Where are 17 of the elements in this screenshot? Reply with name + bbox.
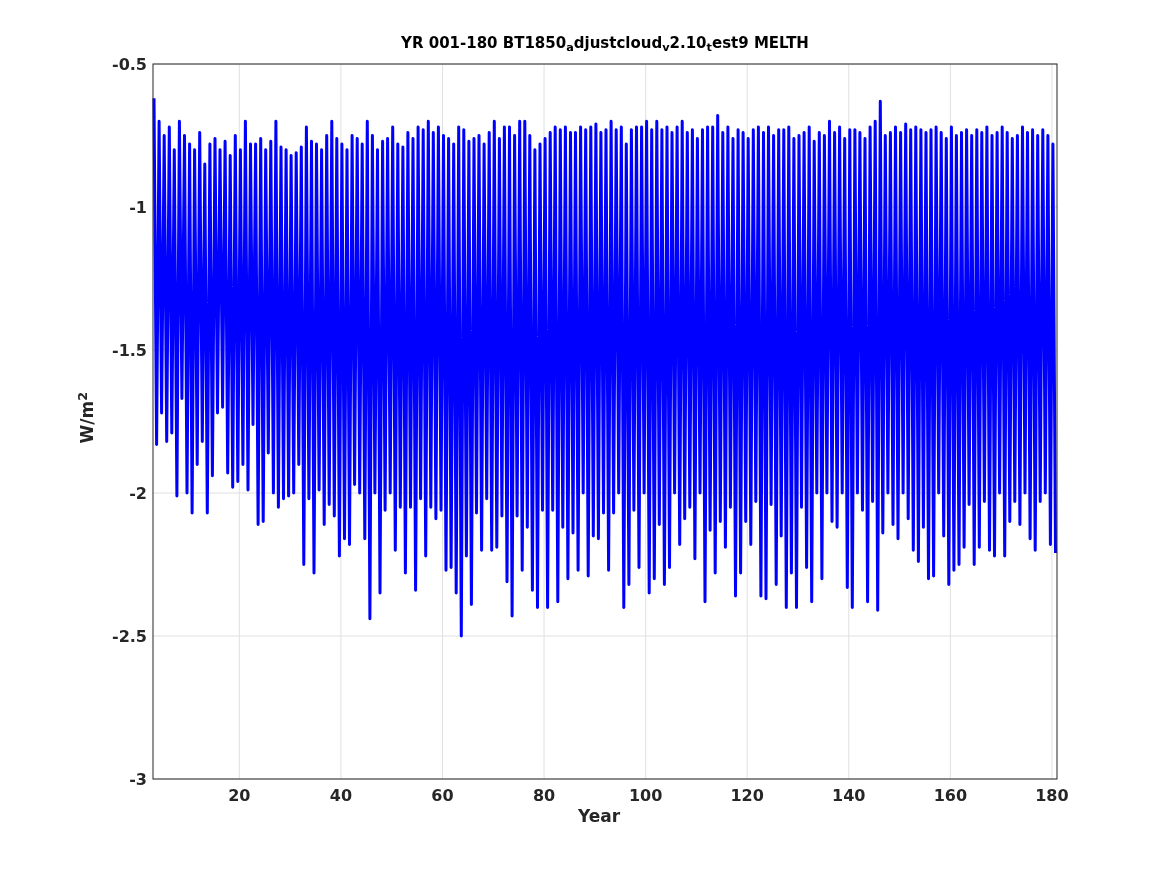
x-tick-label: 140 — [832, 786, 866, 805]
y-tick-label: -3 — [129, 770, 147, 789]
chart-title: YR 001-180 BT1850$_{a}$djustcloud$_{v}$2.10$_{t}$est9 MELTH — [400, 33, 810, 55]
x-tick-label: 80 — [532, 786, 556, 805]
y-tick-label: -1.5 — [112, 341, 147, 360]
x-tick-label: 120 — [730, 786, 764, 805]
x-tick-label: 180 — [1035, 786, 1069, 805]
y-tick-label: -1 — [129, 198, 147, 217]
y-tick-label: -2 — [129, 484, 147, 503]
x-tick-label: 60 — [431, 786, 454, 805]
x-tick-label: 40 — [329, 786, 353, 805]
x-tick-label: 20 — [228, 786, 251, 805]
y-tick-label: -0.5 — [112, 55, 147, 74]
x-axis-label: Year — [578, 805, 621, 828]
y-tick-label: -2.5 — [112, 627, 147, 646]
x-tick-label: 100 — [628, 786, 663, 805]
x-tick-label: 160 — [933, 786, 968, 805]
